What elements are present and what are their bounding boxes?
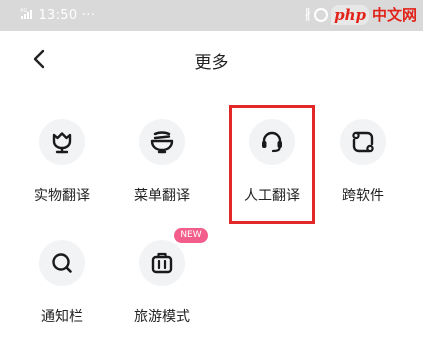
highlight-box (229, 105, 315, 224)
status-right: ∦ php 中文网 (305, 4, 417, 25)
page-title: 更多 (194, 53, 229, 73)
new-badge: NEW (174, 228, 208, 243)
svg-text:4G: 4G (20, 8, 28, 14)
tulip-icon (52, 132, 72, 154)
php-cn-text: 中文网 (371, 6, 417, 24)
luggage-icon (151, 252, 173, 274)
item-travel-mode[interactable]: 旅游模式 (117, 240, 207, 326)
bluetooth-icon: ∦ (304, 7, 312, 22)
item-label: 菜单翻译 (134, 188, 190, 204)
search-icon (52, 253, 72, 273)
page-header: 更多 (0, 31, 423, 89)
php-logo: php (331, 4, 369, 25)
bowl-icon (150, 131, 174, 154)
status-time: 13:50 (38, 8, 78, 23)
status-left: 4G 13:50 ··· (20, 7, 95, 23)
item-icon-circle (340, 119, 386, 165)
item-object-translate[interactable]: 实物翻译 (17, 119, 107, 205)
cross-app-icon (352, 131, 374, 153)
status-bar: 4G 13:50 ··· ∦ php 中文网 (0, 0, 423, 31)
item-notification-bar[interactable]: 通知栏 (17, 240, 107, 326)
item-label: 实物翻译 (34, 188, 90, 204)
ring-icon (314, 7, 329, 22)
status-dots: ··· (81, 8, 96, 23)
item-cross-app[interactable]: 跨软件 (318, 119, 408, 205)
item-label: 通知栏 (41, 309, 83, 325)
item-icon-circle (139, 119, 185, 165)
item-icon-circle (139, 240, 185, 286)
item-label: 旅游模式 (134, 309, 190, 325)
item-icon-circle (39, 240, 85, 286)
item-icon-circle (39, 119, 85, 165)
item-menu-translate[interactable]: 菜单翻译 (117, 119, 207, 205)
signal-icon: 4G (20, 8, 32, 19)
item-label: 跨软件 (342, 188, 384, 204)
